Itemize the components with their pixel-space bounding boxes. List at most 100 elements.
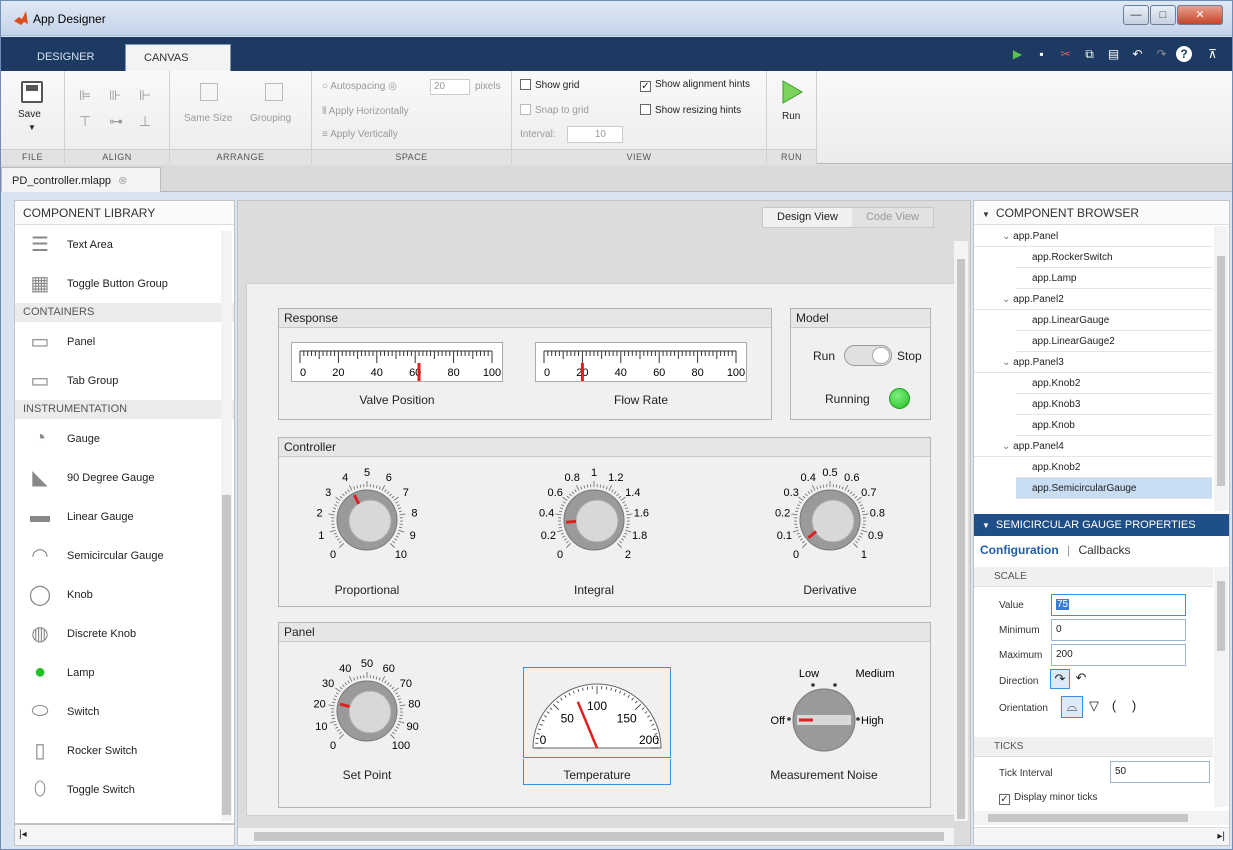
setpoint-knob[interactable]: 010 20 30 40 50 60 70 80 90 100 — [307, 653, 427, 763]
tree-node-component[interactable]: app.Knob — [1016, 415, 1212, 436]
valve-linear-gauge[interactable]: 0 20 40 60 80 100 — [291, 342, 503, 382]
tick-interval-field[interactable]: 50 — [1110, 761, 1210, 783]
collapse-icon[interactable]: ⊼ — [1203, 45, 1222, 64]
tree-node-component[interactable]: app.Knob2 — [1016, 457, 1212, 478]
library-item-lamp[interactable]: ● Lamp — [15, 653, 234, 692]
library-item-linear-gauge[interactable]: ▬ Linear Gauge — [15, 497, 234, 536]
callbacks-tab[interactable]: Callbacks — [1078, 543, 1130, 557]
library-item-knob[interactable]: ◯ Knob — [15, 575, 234, 614]
canvas-hscrollbar[interactable] — [238, 827, 954, 845]
tree-node-panel[interactable]: ⌄ app.Panel2 — [974, 289, 1212, 310]
align-top-icon[interactable]: ⊤ — [79, 113, 91, 130]
tree-node-component[interactable]: app.LinearGauge2 — [1016, 331, 1212, 352]
resizing-hints-checkbox[interactable]: Show resizing hints — [640, 104, 741, 116]
running-lamp[interactable] — [889, 388, 910, 409]
flow-linear-gauge[interactable]: 020406080100 — [535, 342, 747, 382]
run-button[interactable]: Run — [782, 111, 800, 122]
library-item-semicircular-gauge[interactable]: ◠ Semicircular Gauge — [15, 536, 234, 575]
tree-scrollbar[interactable] — [1214, 226, 1228, 511]
expand-chevron-icon[interactable]: ⌄ — [1002, 231, 1013, 242]
orientation-south-icon[interactable]: ▽ — [1085, 696, 1103, 718]
tree-node-panel[interactable]: ⌄ app.Panel4 — [974, 436, 1212, 457]
save-icon[interactable]: ▪ — [1032, 45, 1051, 64]
align-middle-icon[interactable]: ⊶ — [109, 113, 123, 130]
apply-horizontally-button[interactable]: ⦀ Apply Horizontally — [322, 106, 409, 117]
library-item-discrete-knob[interactable]: ◍ Discrete Knob — [15, 614, 234, 653]
grouping-button[interactable]: Grouping — [250, 113, 291, 124]
canvas-vscrollbar[interactable] — [954, 241, 968, 821]
library-item-toggle-switch[interactable]: ⬯ Toggle Switch — [15, 770, 234, 809]
temperature-semicircular-gauge[interactable]: 0 50 100 150200 — [526, 670, 668, 754]
scroll-thumb[interactable] — [988, 814, 1188, 822]
panel4[interactable]: Panel 0 10 20 30 40 50 60 70 80 90 100 Set Point 0… — [278, 622, 931, 808]
run-stop-switch[interactable] — [844, 345, 892, 366]
alignment-hints-checkbox[interactable]: ✓ Show alignment hints — [640, 79, 750, 92]
response-panel[interactable]: Response 020406080100 Valve Position 020… — [278, 308, 772, 420]
scroll-thumb[interactable] — [1217, 581, 1225, 651]
tree-node-component[interactable]: app.RockerSwitch — [1016, 247, 1212, 268]
run-icon[interactable] — [779, 79, 805, 105]
controller-panel[interactable]: Controller 0 1 2 3 4 5 6 7 8 9 10 Proportional 0 0.… — [278, 437, 931, 607]
scroll-start-icon[interactable]: |◂ — [19, 829, 27, 840]
clockwise-icon[interactable]: ↷ — [1050, 669, 1070, 689]
help-icon[interactable]: ? — [1176, 46, 1192, 62]
library-scrollbar[interactable] — [221, 231, 232, 821]
run-icon[interactable]: ▶ — [1008, 45, 1027, 64]
copy-icon[interactable]: ⧉ — [1080, 45, 1099, 64]
expand-chevron-icon[interactable]: ⌄ — [1002, 357, 1013, 368]
align-center-icon[interactable]: ⊪ — [109, 87, 121, 104]
library-item-rocker-switch[interactable]: ▯ Rocker Switch — [15, 731, 234, 770]
save-button[interactable]: Save — [18, 109, 41, 120]
scroll-end-icon[interactable]: ▸| — [974, 827, 1229, 845]
value-field[interactable]: 75 — [1051, 594, 1186, 616]
scroll-thumb[interactable] — [1217, 256, 1225, 486]
tab-designer[interactable]: DESIGNER — [19, 44, 112, 71]
expand-chevron-icon[interactable]: ⌄ — [1002, 294, 1013, 305]
selected-gauge-frame[interactable]: 0 50 100 150 200 — [523, 667, 671, 758]
proportional-knob[interactable]: 01 234 5 678 910 — [307, 462, 427, 572]
close-button[interactable]: ✕ — [1177, 5, 1223, 25]
tree-node-panel[interactable]: ⌄ app.Panel — [974, 226, 1212, 247]
library-item-toggle-button-group[interactable]: ▦ Toggle Button Group — [15, 264, 234, 303]
scale-section-header[interactable]: SCALE — [974, 567, 1213, 587]
orientation-east-icon[interactable]: ) — [1125, 696, 1143, 718]
ticks-section-header[interactable]: TICKS — [974, 737, 1213, 757]
library-item-panel[interactable]: ▭ Panel — [15, 322, 234, 361]
tree-node-component[interactable]: app.Lamp — [1016, 268, 1212, 289]
properties-scrollbar[interactable] — [1214, 567, 1228, 807]
file-tab[interactable]: PD_controller.mlapp ⊗ — [1, 167, 161, 192]
scroll-thumb[interactable] — [254, 832, 944, 841]
code-view-tab[interactable]: Code View — [851, 208, 933, 227]
expand-chevron-icon[interactable]: ⌄ — [1002, 441, 1013, 452]
collapse-icon[interactable]: ▼ — [982, 210, 990, 219]
integral-knob[interactable]: 00.2 0.4 0.60.8 1 1.21.4 1.6 1.82 — [534, 462, 654, 572]
library-item-tab-group[interactable]: ▭ Tab Group — [15, 361, 234, 400]
orientation-west-icon[interactable]: ( — [1105, 696, 1123, 718]
undo-icon[interactable]: ↶ — [1128, 45, 1147, 64]
interval-spinner[interactable]: 10 — [567, 126, 623, 143]
paste-icon[interactable]: ▤ — [1104, 45, 1123, 64]
tab-canvas[interactable]: CANVAS — [125, 44, 231, 71]
library-item-gauge[interactable]: ◔ Gauge — [15, 419, 234, 458]
library-item-text-area[interactable]: ☰ Text Area — [15, 225, 234, 264]
collapse-icon[interactable]: ▼ — [982, 521, 990, 530]
align-bottom-icon[interactable]: ⊥ — [139, 113, 151, 130]
maximize-button[interactable]: □ — [1150, 5, 1176, 25]
scroll-thumb[interactable] — [222, 495, 231, 815]
minor-ticks-checkbox[interactable]: ✓ Display minor ticks — [999, 792, 1097, 805]
show-grid-checkbox[interactable]: Show grid — [520, 79, 579, 91]
configuration-tab[interactable]: Configuration — [980, 543, 1059, 557]
tree-node-component[interactable]: app.Knob3 — [1016, 394, 1212, 415]
tree-node-component[interactable]: app.SemicircularGauge — [1016, 478, 1212, 499]
close-tab-icon[interactable]: ⊗ — [118, 175, 127, 187]
tree-node-component[interactable]: app.Knob2 — [1016, 373, 1212, 394]
derivative-knob[interactable]: 00.1 0.2 0.30.4 0.5 0.60.7 0.8 0.91 — [770, 462, 890, 572]
orientation-north-icon[interactable]: ⌓ — [1061, 696, 1083, 718]
autospacing-radio[interactable]: ○ Autospacing ◎ — [322, 81, 397, 92]
model-panel[interactable]: Model Run Stop Running — [790, 308, 931, 420]
design-view-tab[interactable]: Design View — [763, 208, 852, 227]
measurement-noise-discrete-knob[interactable]: Off Low Medium High — [749, 667, 899, 767]
align-right-icon[interactable]: ⊩ — [139, 87, 151, 104]
redo-icon[interactable]: ↷ — [1152, 45, 1171, 64]
align-left-icon[interactable]: ⊫ — [79, 87, 91, 104]
